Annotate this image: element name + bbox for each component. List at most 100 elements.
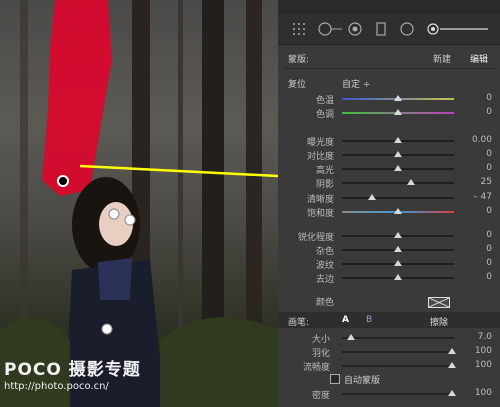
- color-label: 颜色: [315, 298, 334, 308]
- density-value: 100: [474, 388, 492, 398]
- slider-row: 杂色 0: [278, 243, 500, 257]
- slider-thumb[interactable]: [394, 137, 402, 143]
- density-row: 密度 100: [278, 387, 500, 401]
- slider-label: 高光: [315, 166, 334, 176]
- density-label: 密度: [311, 391, 330, 401]
- brush-header: 画笔: A B 擦除: [278, 312, 500, 328]
- brush-row-value: 100: [474, 360, 492, 370]
- slider-row: 阴影 25: [278, 176, 500, 190]
- slider-value: 0: [486, 230, 492, 240]
- slider-thumb[interactable]: [394, 95, 402, 101]
- slider-track[interactable]: [342, 137, 454, 143]
- slider-thumb[interactable]: [394, 260, 402, 266]
- brush-row-track[interactable]: [342, 348, 456, 354]
- slider-thumb[interactable]: [394, 274, 402, 280]
- density-thumb[interactable]: [447, 390, 456, 396]
- slider-row: 曝光度 0.00: [278, 134, 500, 148]
- brush-row: 流畅度 100: [278, 359, 500, 373]
- mask-pin-selected[interactable]: [57, 175, 69, 187]
- slider-row: 清晰度 – 47: [278, 191, 500, 205]
- slider-track[interactable]: [342, 260, 454, 266]
- automask-checkbox[interactable]: [330, 374, 340, 384]
- slider-label: 去边: [315, 275, 334, 285]
- slider-row: 高光 0: [278, 162, 500, 176]
- slider-track[interactable]: [342, 194, 454, 200]
- slider-value: 0: [486, 258, 492, 268]
- slider-label: 杂色: [315, 247, 334, 257]
- brush-row-track[interactable]: [342, 362, 456, 368]
- slider-label: 饱和度: [306, 209, 334, 219]
- slider-value: 0: [486, 244, 492, 254]
- photo-canvas[interactable]: POCO 摄影专题 http://photo.poco.cn/: [0, 0, 278, 407]
- brush-row: 大小 7.0: [278, 331, 500, 345]
- slider-row: 饱和度 0: [278, 205, 500, 219]
- slider-track[interactable]: [342, 246, 454, 252]
- mask-pin[interactable]: [101, 323, 113, 335]
- slider-value: 0: [486, 149, 492, 159]
- slider-track[interactable]: [342, 151, 454, 157]
- grid-crop-icon[interactable]: [292, 22, 306, 36]
- slider-row: 去边 0: [278, 271, 500, 285]
- automask-row: 自动蒙版: [278, 372, 500, 386]
- slider-track[interactable]: [342, 179, 454, 185]
- automask-label: 自动蒙版: [344, 376, 381, 386]
- mask-edit-button[interactable]: 编辑: [470, 52, 488, 65]
- graduated-filter-icon[interactable]: [374, 22, 388, 36]
- brush-row-label: 大小: [311, 335, 330, 345]
- slider-row: 波纹 0: [278, 257, 500, 271]
- slider-thumb[interactable]: [368, 194, 377, 200]
- radial-filter-icon[interactable]: [400, 22, 414, 36]
- adjustment-brush-icon[interactable]: [426, 22, 490, 36]
- slider-track[interactable]: [342, 232, 454, 238]
- slider-thumb[interactable]: [394, 165, 402, 171]
- slider-thumb[interactable]: [394, 232, 402, 238]
- spot-removal-icon[interactable]: [318, 22, 342, 36]
- watermark: POCO 摄影专题 http://photo.poco.cn/: [4, 355, 141, 392]
- tool-strip: [278, 14, 500, 45]
- brush-row-value: 100: [474, 346, 492, 356]
- brush-b-button[interactable]: B: [366, 315, 372, 325]
- slider-thumb[interactable]: [394, 151, 402, 157]
- slider-row: 色调 0: [278, 106, 500, 120]
- mask-new-button[interactable]: 新建: [433, 52, 451, 65]
- density-track[interactable]: [342, 390, 456, 396]
- slider-label: 阴影: [315, 180, 334, 190]
- color-row: 颜色: [278, 293, 500, 309]
- brush-row: 羽化 100: [278, 345, 500, 359]
- slider-value: 0: [486, 93, 492, 103]
- brush-erase-button[interactable]: 擦除: [430, 315, 448, 328]
- slider-track[interactable]: [342, 95, 454, 101]
- brush-a-button[interactable]: A: [342, 315, 349, 325]
- slider-label: 清晰度: [306, 195, 334, 205]
- photo-scene: [0, 0, 278, 407]
- brush-row-thumb[interactable]: [447, 362, 456, 368]
- mask-header-label: 蒙版:: [288, 55, 310, 65]
- slider-track[interactable]: [342, 165, 454, 171]
- brush-row-thumb[interactable]: [346, 334, 355, 340]
- slider-track[interactable]: [342, 208, 454, 214]
- slider-value: 0: [486, 272, 492, 282]
- slider-thumb[interactable]: [394, 109, 402, 115]
- slider-track[interactable]: [342, 109, 454, 115]
- slider-value: 0: [486, 163, 492, 173]
- divider: [284, 68, 494, 69]
- slider-row: 对比度 0: [278, 148, 500, 162]
- slider-row: 锐化程度 0: [278, 229, 500, 243]
- slider-track[interactable]: [342, 274, 454, 280]
- slider-value: 0.00: [471, 135, 492, 145]
- mask-pin[interactable]: [108, 208, 120, 220]
- preset-dropdown[interactable]: 自定 ÷: [342, 77, 370, 90]
- slider-thumb[interactable]: [394, 246, 402, 252]
- slider-label: 波纹: [315, 261, 334, 271]
- slider-thumb[interactable]: [394, 208, 402, 214]
- brush-row-thumb[interactable]: [447, 348, 456, 354]
- slider-value: 0: [486, 206, 492, 216]
- color-swatch[interactable]: [428, 297, 450, 308]
- adjustment-brush-panel: 蒙版: 新建 编辑 复位 自定 ÷ 色温 0 色调 0 曝光度 0.00 对比度 0 高光 0 阴影…: [278, 0, 500, 407]
- redeye-icon[interactable]: [348, 22, 362, 36]
- watermark-url: http://photo.poco.cn/: [4, 381, 109, 392]
- brush-row-track[interactable]: [342, 334, 454, 340]
- brush-row-value: 7.0: [477, 332, 492, 342]
- slider-thumb[interactable]: [407, 179, 416, 185]
- mask-pin[interactable]: [124, 214, 136, 226]
